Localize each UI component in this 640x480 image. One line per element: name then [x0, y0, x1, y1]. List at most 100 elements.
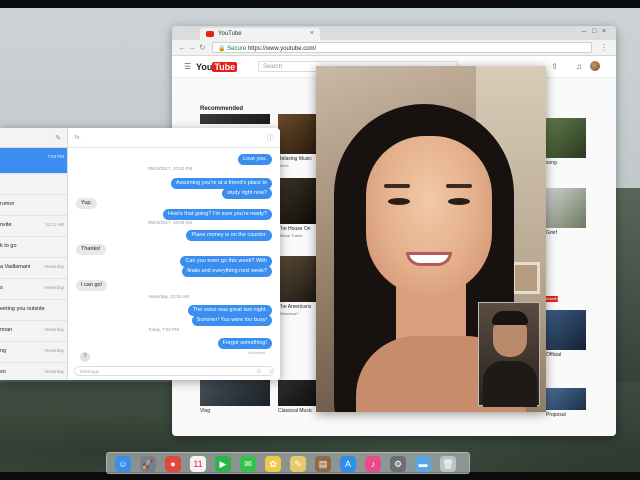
right-brow: [446, 184, 472, 188]
conversation-item[interactable]: a Vadlamani Yesterday: [0, 258, 67, 279]
right-eye: [448, 198, 470, 205]
youtube-logo-text: You: [196, 62, 213, 72]
chrome-icon[interactable]: ●: [165, 456, 181, 472]
details-icon[interactable]: ⓘ: [267, 133, 274, 143]
video-title[interactable]: Grief: [546, 230, 596, 236]
left-eye: [388, 198, 410, 205]
conversation-item[interactable]: 7:03 PM: [0, 148, 67, 174]
emoji-icon[interactable]: ☺: [256, 369, 262, 375]
conversation-name: ng: [0, 348, 7, 354]
message-timestamp: 05/03/2017, 10:52 PM: [148, 166, 193, 171]
self-view-pip[interactable]: [478, 302, 540, 407]
video-thumbnail[interactable]: [546, 388, 586, 410]
tab-close-icon[interactable]: ×: [310, 30, 314, 37]
video-thumbnail[interactable]: [278, 114, 316, 154]
maximize-icon[interactable]: □: [592, 28, 600, 35]
message-timestamp: Yesterday, 10:32 AM: [148, 294, 190, 299]
video-thumbnail[interactable]: [278, 178, 316, 224]
conversation-list: ✎ 7:03 PM rumor nvite 11:11 AM k to go a Vadl…: [0, 128, 68, 380]
address-bar[interactable]: 🔒 Secure https://www.youtube.com/: [212, 42, 592, 53]
sent-message-bubble: study right now?: [221, 188, 272, 199]
conversation-item[interactable]: ng Yesterday: [0, 342, 67, 363]
received-message-bubble: Thanks!: [76, 244, 106, 255]
finder-icon[interactable]: ☺: [115, 456, 131, 472]
upload-icon[interactable]: ⇪: [551, 62, 558, 71]
to-label: To:: [74, 135, 81, 141]
received-message-bubble: Yup.: [76, 198, 98, 209]
conversation-item[interactable]: [0, 174, 67, 195]
conversation-name: rumor: [0, 201, 15, 207]
video-thumbnail[interactable]: [278, 256, 316, 302]
conversation-item[interactable]: nnan Yesterday: [0, 321, 67, 342]
tab-title: YouTube: [218, 31, 242, 37]
conversation-name: a Vadlamani: [0, 264, 31, 270]
sent-message-bubble: How's that going? I'm sure you're ready?: [162, 209, 272, 220]
video-title[interactable]: Official: [546, 352, 596, 358]
back-icon[interactable]: ←: [178, 43, 186, 52]
sent-message-bubble: Love you.: [238, 154, 272, 165]
conversation-item[interactable]: eeting you outside: [0, 300, 67, 321]
sent-message-bubble: finals and everything next week?: [182, 266, 272, 277]
conversation-time: Yesterday: [44, 264, 64, 269]
conversation-item[interactable]: nvite 11:11 AM: [0, 216, 67, 237]
recipient-bar: To: ⓘ: [68, 128, 280, 148]
notes-icon[interactable]: ✎: [290, 456, 306, 472]
browser-menu-icon[interactable]: ⋮: [600, 43, 608, 52]
conversation-item[interactable]: rumor: [0, 195, 67, 216]
conversation-item[interactable]: k to go: [0, 237, 67, 258]
messages-window[interactable]: ✎ 7:03 PM rumor nvite 11:11 AM k to go a Vadl…: [0, 128, 280, 380]
pip-hair: [492, 311, 528, 325]
video-thumbnail[interactable]: [200, 380, 270, 406]
itunes-icon[interactable]: ♪: [365, 456, 381, 472]
video-thumbnail[interactable]: [278, 380, 316, 406]
trash-icon[interactable]: 🗑: [440, 456, 456, 472]
youtube-logo[interactable]: You Tube: [196, 62, 238, 72]
conversation-name: nvite: [0, 222, 12, 228]
caller-face: [366, 136, 492, 296]
launchpad-icon[interactable]: 🚀: [140, 456, 156, 472]
calendar-icon[interactable]: 11: [190, 456, 206, 472]
compose-icon[interactable]: ✎: [55, 134, 61, 142]
video-title[interactable]: song: [546, 160, 596, 166]
conversation-name: k to go: [0, 243, 17, 249]
video-thumbnail[interactable]: [546, 310, 586, 350]
system-preferences-icon[interactable]: ⚙: [390, 456, 406, 472]
message-input[interactable]: iMessage: [74, 366, 274, 376]
browser-tab-bar: YouTube × – □ ×: [172, 26, 616, 40]
delivered-status: Delivered: [248, 350, 265, 355]
user-avatar[interactable]: [590, 61, 600, 71]
conversation-item[interactable]: sn Yesterday: [0, 363, 67, 380]
iphoto-icon[interactable]: ▤: [315, 456, 331, 472]
conversation-time: 11:11 AM: [45, 222, 64, 227]
left-brow: [384, 184, 410, 188]
microphone-icon[interactable]: ♪: [269, 369, 272, 375]
video-thumbnail[interactable]: [200, 114, 270, 124]
video-thumbnail[interactable]: [546, 118, 586, 158]
photos-icon[interactable]: ✿: [265, 456, 281, 472]
close-window-icon[interactable]: ×: [602, 28, 610, 35]
smile: [406, 252, 452, 266]
forward-icon[interactable]: →: [188, 43, 196, 52]
reload-icon[interactable]: ↻: [199, 43, 206, 52]
conversation-time: Yesterday: [44, 285, 64, 290]
lock-icon: 🔒: [218, 46, 226, 52]
video-title[interactable]: Vlog: [200, 408, 250, 414]
conversation-item[interactable]: s Yesterday: [0, 279, 67, 300]
conversation-name: nnan: [0, 327, 13, 333]
browser-tab-youtube[interactable]: YouTube ×: [200, 28, 320, 40]
received-message-bubble: I can go!: [76, 280, 108, 291]
sent-message-bubble: Summer! You were too busy!: [191, 315, 272, 326]
app-store-icon[interactable]: A: [340, 456, 356, 472]
downloads-folder-icon[interactable]: ▬: [415, 456, 431, 472]
notifications-bell-icon[interactable]: ♫: [576, 62, 582, 71]
facetime-window[interactable]: [316, 66, 546, 412]
minimize-icon[interactable]: –: [582, 28, 590, 35]
pip-body: [483, 361, 537, 407]
dock: ☺ 🚀 ● 11 ▶ ✉ ✿ ✎ ▤ A ♪ ⚙ ▬ 🗑: [106, 452, 470, 474]
messages-icon[interactable]: ✉: [240, 456, 256, 472]
facetime-icon[interactable]: ▶: [215, 456, 231, 472]
hamburger-menu-icon[interactable]: ☰: [184, 62, 191, 71]
video-thumbnail[interactable]: [546, 188, 586, 228]
video-title[interactable]: Proposal: [546, 412, 596, 418]
url-text: https://www.youtube.com/: [247, 46, 317, 52]
